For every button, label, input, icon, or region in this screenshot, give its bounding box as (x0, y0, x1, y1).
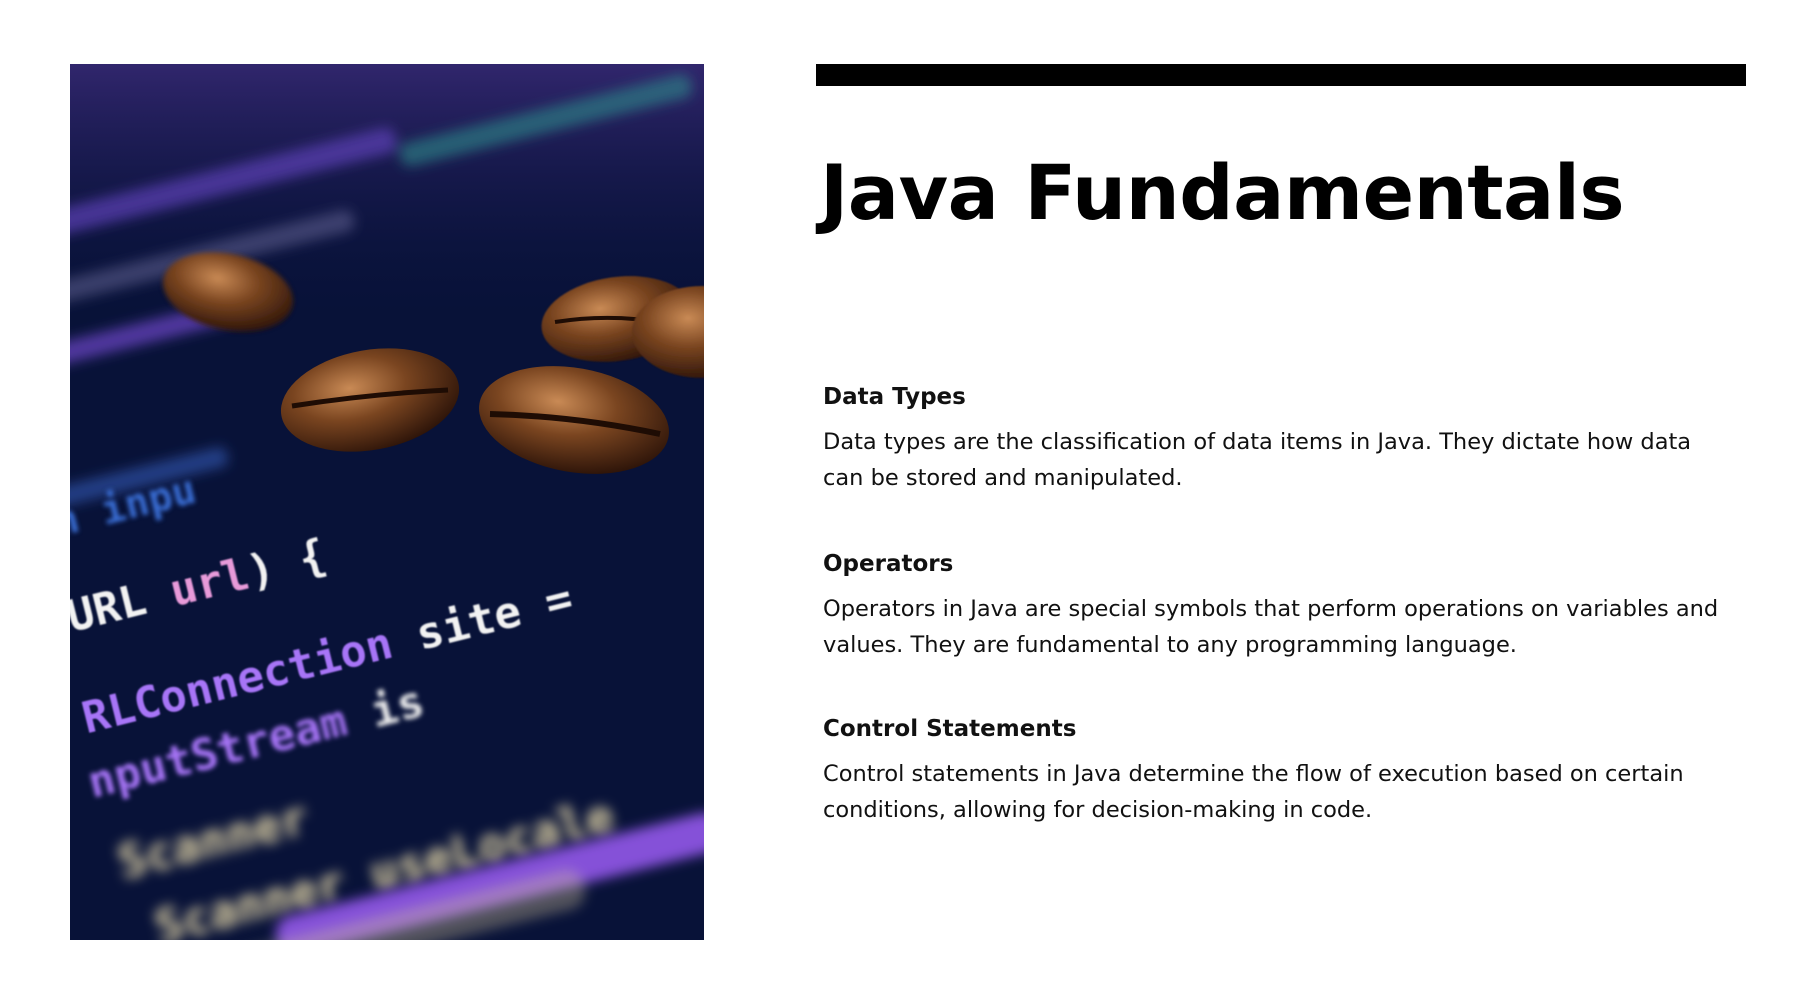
section-data-types: Data Types Data types are the classifica… (823, 384, 1723, 496)
section-heading: Data Types (823, 384, 966, 410)
section-heading: Operators (823, 551, 954, 577)
section-control-statements: Control Statements Control statements in… (823, 716, 1723, 828)
section-operators: Operators Operators in Java are special … (823, 551, 1723, 663)
slide-title: Java Fundamentals (820, 148, 1625, 237)
section-heading: Control Statements (823, 716, 1077, 742)
slide: n inpu URL url) { RLConnection site = np… (0, 0, 1806, 1008)
section-body: Control statements in Java determine the… (823, 761, 1684, 823)
section-body: Data types are the classification of dat… (823, 429, 1692, 491)
code-coffee-photo: n inpu URL url) { RLConnection site = np… (70, 64, 704, 940)
section-body: Operators in Java are special symbols th… (823, 596, 1719, 658)
title-accent-bar (816, 64, 1746, 86)
